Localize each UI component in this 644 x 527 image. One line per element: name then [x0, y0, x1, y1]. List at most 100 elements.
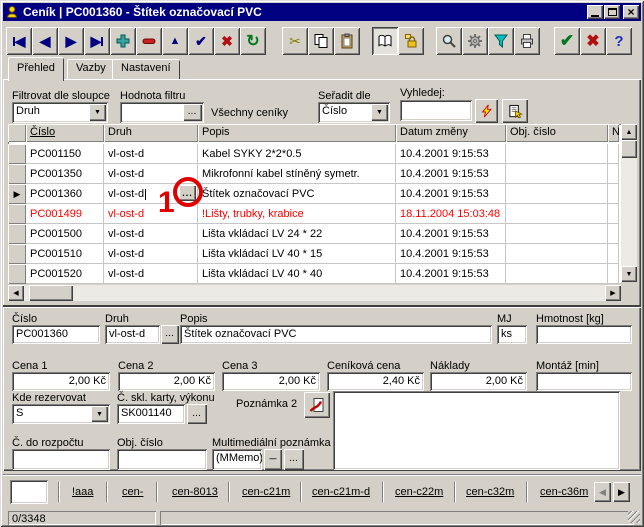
scroll-left-button[interactable]: ◀	[8, 285, 24, 301]
tab-nastaveni[interactable]: Nastavení	[112, 59, 180, 80]
grid-cell[interactable]: 18.11.2004 15:03:48	[396, 204, 506, 224]
sklkarta-ellipsis-button[interactable]: ...	[187, 404, 207, 424]
delete-record-button[interactable]	[136, 27, 162, 55]
close-form-button[interactable]: ✖	[580, 27, 606, 55]
grid-cell[interactable]: 10.4.2001 9:15:53	[396, 264, 506, 284]
grid-cell[interactable]	[506, 244, 608, 264]
grid-cell[interactable]: 10.4.2001 9:15:53	[396, 184, 506, 204]
cena1-field[interactable]: 2,00 Kč	[12, 372, 110, 391]
grid-cell[interactable]	[506, 264, 608, 284]
grid-cell[interactable]: Lišta vkládací LV 40 * 40	[198, 264, 396, 284]
grid-header-popis[interactable]: Popis	[198, 124, 396, 142]
scroll-right-button[interactable]: ▶	[605, 285, 621, 301]
first-record-button[interactable]: ◀	[6, 27, 32, 55]
mmemo-ellipsis-button[interactable]: ...	[284, 449, 304, 470]
filter-button[interactable]	[488, 27, 514, 55]
bottom-tab-aaa[interactable]: !aaa	[72, 486, 93, 498]
scroll-down-button[interactable]: ▼	[621, 266, 637, 282]
grid-cell[interactable]: vl-ost-d	[104, 144, 198, 164]
grid-cell[interactable]: PC001499	[26, 204, 104, 224]
book-view-button[interactable]	[372, 27, 398, 55]
bottom-tab-cenc21m[interactable]: cen-c21m	[242, 486, 290, 498]
ok-button[interactable]: ✔	[554, 27, 580, 55]
vscroll-thumb[interactable]	[621, 140, 637, 158]
print-button[interactable]	[514, 27, 540, 55]
post-record-button[interactable]: ✔	[188, 27, 214, 55]
filter-value-input[interactable]: ...	[120, 102, 204, 123]
refresh-button[interactable]: ↻	[240, 27, 266, 55]
grid-cell[interactable]	[506, 224, 608, 244]
grid-header-na[interactable]: Ná	[608, 124, 619, 142]
resize-grip[interactable]	[628, 511, 640, 523]
grid-header-datum[interactable]: Datum změny	[396, 124, 506, 142]
chevron-down-icon[interactable]: ▼	[91, 406, 108, 422]
bottom-tab-cenc36m[interactable]: cen-c36m	[540, 486, 588, 498]
edit-record-button[interactable]: ▲	[162, 27, 188, 55]
grid-cell[interactable]	[506, 144, 608, 164]
help-button[interactable]: ?	[606, 27, 632, 55]
chevron-down-icon[interactable]: ▼	[89, 104, 106, 121]
grid-cell[interactable]: Kabel SYKY 2*2*0.5	[198, 144, 396, 164]
grid-cell[interactable]: PC001150	[26, 144, 104, 164]
grid-cell[interactable]: PC001500	[26, 224, 104, 244]
cancel-record-button[interactable]: ✖	[214, 27, 240, 55]
grid-header-cislo[interactable]: Číslo	[26, 124, 104, 142]
grid-cell[interactable]: 10.4.2001 9:15:53	[396, 224, 506, 244]
detail-hmotnost-field[interactable]	[536, 325, 632, 344]
scroll-up-button[interactable]: ▲	[621, 124, 637, 140]
grid-header-obj[interactable]: Obj. číslo	[506, 124, 608, 142]
cut-button[interactable]: ✂	[282, 27, 308, 55]
grid-header-druh[interactable]: Druh	[104, 124, 198, 142]
grid-cell[interactable]: Lišta vkládací LV 40 * 15	[198, 244, 396, 264]
cena3-field[interactable]: 2,00 Kč	[222, 372, 320, 391]
search-input[interactable]	[400, 100, 472, 121]
grid-cell[interactable]: Mikrofonní kabel stíněný symetr.	[198, 164, 396, 184]
last-record-button[interactable]: ▶	[84, 27, 110, 55]
sort-combo[interactable]: Číslo ▼	[318, 102, 390, 123]
tabs-scroll-right-button[interactable]: ▶	[613, 482, 630, 502]
tabs-scroll-left-button[interactable]: ◀	[594, 482, 611, 502]
detail-druh-field[interactable]: vl-ost-d	[105, 325, 160, 344]
grid-horizontal-scrollbar[interactable]: ◀ ▶	[8, 285, 621, 301]
grid-cell[interactable]: 10.4.2001 9:15:53	[396, 144, 506, 164]
grid-cell[interactable]: PC001350	[26, 164, 104, 184]
minimize-button[interactable]	[587, 5, 603, 19]
mmemo-field[interactable]: (MMemo)	[212, 449, 262, 470]
tab-prehled[interactable]: Přehled	[8, 57, 64, 81]
grid-vertical-scrollbar[interactable]: ▲ ▼	[621, 124, 637, 282]
grid-cell[interactable]: Štítek označovací PVC	[198, 184, 396, 204]
detail-popis-field[interactable]: Štítek označovací PVC	[180, 325, 492, 344]
grid-cell[interactable]: PC001520	[26, 264, 104, 284]
sklkarta-field[interactable]: SK001140	[117, 404, 185, 424]
quick-filter-input[interactable]	[10, 480, 48, 504]
filter-value-ellipsis-button[interactable]: ...	[183, 104, 202, 121]
grid-cell[interactable]: PC001510	[26, 244, 104, 264]
chevron-down-icon[interactable]: ▼	[371, 104, 388, 121]
grid-cell[interactable]: vl-ost-d	[104, 244, 198, 264]
poznamka2-memo[interactable]	[333, 391, 620, 470]
hscroll-thumb[interactable]	[29, 285, 73, 301]
grid-cell[interactable]: 10.4.2001 9:15:53	[396, 244, 506, 264]
rozpocet-field[interactable]	[12, 449, 110, 470]
montaz-field[interactable]	[536, 372, 632, 391]
cenikova-field[interactable]: 2,40 Kč	[327, 372, 424, 391]
bottom-tab-cen[interactable]: cen-	[122, 486, 143, 498]
bottom-tab-cenc21md[interactable]: cen-c21m-d	[312, 486, 370, 498]
bottom-tab-cen8013[interactable]: cen-8013	[172, 486, 218, 498]
druh-ellipsis-button[interactable]: ...	[161, 325, 179, 344]
grid-cell[interactable]: Lišta vkládací LV 24 * 22	[198, 224, 396, 244]
grid-cell[interactable]	[506, 184, 608, 204]
grid-cell[interactable]: vl-ost-d	[104, 224, 198, 244]
bottom-tab-cenc32m[interactable]: cen-c32m	[466, 486, 514, 498]
poznamka2-edit-button[interactable]	[304, 392, 330, 418]
settings-button[interactable]	[462, 27, 488, 55]
lock-button[interactable]	[398, 27, 424, 55]
grid-cell[interactable]	[506, 164, 608, 184]
grid-cell[interactable]: 10.4.2001 9:15:53	[396, 164, 506, 184]
copy-button[interactable]	[308, 27, 334, 55]
grid-cell[interactable]: vl-ost-d	[104, 264, 198, 284]
grid-cell[interactable]: PC001360	[26, 184, 104, 204]
locate-record-button[interactable]	[502, 99, 528, 123]
grid-cell[interactable]: vl-ost-d	[104, 204, 198, 224]
bottom-tab-cenc22m[interactable]: cen-c22m	[395, 486, 443, 498]
